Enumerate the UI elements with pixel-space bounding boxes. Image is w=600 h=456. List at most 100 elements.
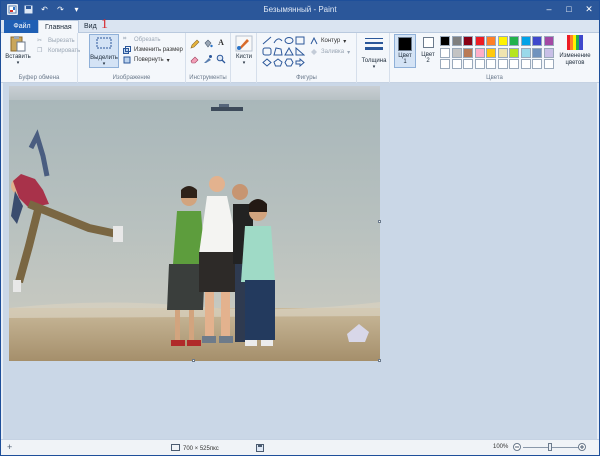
canvas-image[interactable] [9,86,380,361]
zoom-out-button[interactable] [513,443,521,451]
palette-swatch[interactable] [543,59,554,69]
tab-view[interactable]: Вид [78,20,103,33]
palette-swatch[interactable] [440,59,450,69]
palette-swatch[interactable] [463,59,473,69]
fill-button[interactable]: Заливка ▾ [310,48,350,56]
clipboard-group-label: Буфер обмена [18,75,60,81]
palette-swatch[interactable] [532,36,542,46]
rotate-button[interactable]: Повернуть ▾ [123,56,170,64]
size-dropdown-icon[interactable]: ▾ [360,64,388,70]
tab-home[interactable]: Главная [38,20,79,34]
crop-button[interactable]: ⌗ Обрезать [123,36,160,44]
step-number-annotation: 1 [101,17,108,32]
palette-swatch[interactable] [543,47,554,58]
zoom-level: 100% [493,444,509,450]
shape-curve[interactable] [273,36,283,45]
fill-bucket-icon[interactable] [203,39,213,49]
rotate-icon [123,56,131,64]
outline-button[interactable]: Контур ▾ [310,36,346,45]
color2-number: 2 [426,58,430,64]
palette-swatch[interactable] [474,36,485,46]
palette-swatch[interactable] [532,59,542,69]
tab-file[interactable]: Файл [4,20,40,33]
palette-swatch[interactable] [451,47,462,58]
palette-swatch[interactable] [486,36,496,46]
shape-pentagon[interactable] [273,58,283,67]
cursor-position-icon: + [7,442,13,452]
palette-swatch[interactable] [440,36,450,46]
palette-swatch[interactable] [451,36,462,46]
palette-swatch[interactable] [463,36,473,46]
palette-swatch[interactable] [509,47,519,58]
shape-polygon[interactable] [273,47,283,56]
scissors-icon: ✂ [37,38,43,44]
copy-button[interactable]: ❐ Копировать [37,47,80,55]
palette-swatch[interactable] [497,36,508,46]
shape-arrow-right[interactable] [295,57,305,68]
palette-swatch[interactable] [474,59,485,69]
palette-swatch[interactable] [509,59,519,69]
palette-swatch[interactable] [520,59,531,69]
select-button[interactable]: Выделить ▾ [89,34,119,68]
cut-button[interactable]: ✂ Вырезать [37,37,75,45]
shape-oval[interactable] [284,36,294,45]
palette-swatch[interactable] [463,47,473,58]
palette-swatch[interactable] [440,47,450,58]
brushes-dropdown-icon[interactable]: ▾ [233,60,255,66]
zoom-in-button[interactable] [578,443,586,451]
color1-button[interactable]: Цвет 1 [394,34,416,68]
image-size-icon [171,444,180,453]
minimize-button[interactable]: – [543,3,555,16]
resize-handle-right[interactable] [378,220,381,223]
palette-swatch[interactable] [486,59,496,69]
brushes-button[interactable]: Кисти ▾ [233,35,255,66]
palette-swatch[interactable] [486,47,496,58]
size-button[interactable]: Толщина ▾ [360,35,388,70]
shape-rounded-rectangle[interactable] [262,47,272,56]
text-tool-icon[interactable]: A [216,38,226,48]
close-button[interactable]: ✕ [583,3,595,16]
crop-label: Обрезать [134,37,161,43]
edit-colors-button[interactable]: Изменение цветов [554,34,596,67]
maximize-button[interactable]: □ [563,3,575,16]
eraser-icon[interactable] [190,54,200,64]
image-size-readout: 700 × 525пкс [171,444,219,453]
resize-label: Изменить размер [134,47,183,53]
shape-diamond[interactable] [262,58,272,67]
palette-swatch[interactable] [451,59,462,69]
palette-swatch[interactable] [532,47,542,58]
paste-icon [9,35,27,52]
palette-swatch[interactable] [509,36,519,46]
palette-swatch[interactable] [520,47,531,58]
select-dropdown-icon[interactable]: ▾ [90,61,118,67]
palette-swatch[interactable] [497,47,508,58]
window-controls: – □ ✕ [543,3,595,16]
shape-line[interactable] [262,36,272,45]
palette-swatch[interactable] [520,36,531,46]
zoom-slider-thumb[interactable] [548,443,552,451]
color2-button[interactable]: Цвет 2 [418,36,438,64]
shapes-group: Контур ▾ Заливка ▾ Фигуры [257,33,357,83]
tools-group: A Инструменты [186,33,231,83]
shape-triangle[interactable] [284,46,294,56]
paste-dropdown-icon[interactable]: ▾ [5,60,31,66]
resize-handle-bottom[interactable] [192,359,195,362]
shape-rectangle[interactable] [295,36,305,45]
magnifier-icon[interactable] [216,54,226,64]
colors-group-label: Цвета [486,75,503,81]
palette-swatch[interactable] [543,36,554,46]
canvas-workspace[interactable] [3,83,597,439]
cut-label: Вырезать [48,38,75,44]
color-picker-icon[interactable] [203,54,213,64]
resize-icon [123,46,131,54]
beach-photo [9,86,380,361]
resize-button[interactable]: Изменить размер [123,46,183,54]
pencil-icon[interactable] [190,39,200,49]
shape-right-triangle[interactable] [295,46,306,56]
resize-handle-corner[interactable] [378,359,381,362]
palette-swatch[interactable] [497,59,508,69]
palette-swatch[interactable] [474,47,485,58]
shape-hexagon[interactable] [284,58,294,67]
tools-group-label: Инструменты [189,75,227,81]
paste-button[interactable]: Вставить ▾ [5,35,31,66]
